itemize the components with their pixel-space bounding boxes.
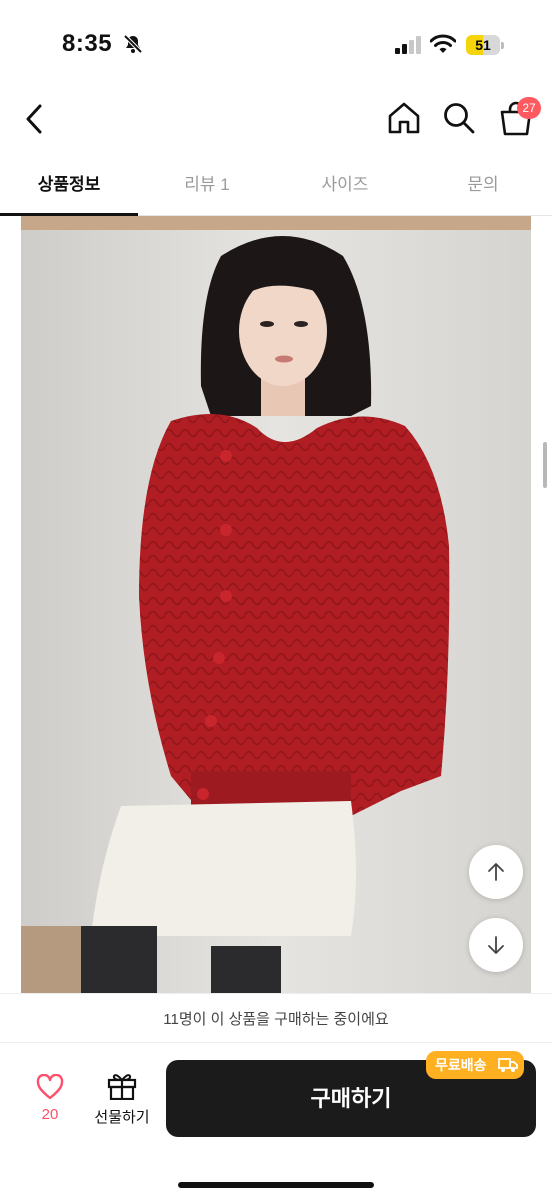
- scroll-down-button[interactable]: [469, 918, 523, 972]
- like-button[interactable]: 20: [24, 1070, 76, 1130]
- signal-icon: [395, 36, 421, 54]
- wifi-icon: [430, 34, 456, 53]
- tab-inquiry[interactable]: 문의: [414, 160, 552, 216]
- heart-icon: [36, 1074, 64, 1100]
- cart-badge: 27: [517, 97, 541, 119]
- product-image: [21, 216, 531, 993]
- tab-reviews[interactable]: 리뷰 1: [138, 160, 276, 216]
- purchase-notice: 11명이 이 상품을 구매하는 중이에요: [0, 993, 552, 1043]
- tab-product-info[interactable]: 상품정보: [0, 160, 138, 216]
- scrollbar[interactable]: [543, 442, 547, 488]
- home-icon[interactable]: [386, 100, 422, 136]
- home-indicator[interactable]: [178, 1182, 374, 1188]
- gift-button[interactable]: 선물하기: [88, 1070, 156, 1130]
- battery-indicator: 51: [466, 35, 504, 55]
- status-time: 8:35: [62, 30, 113, 57]
- gift-label: 선물하기: [94, 1109, 150, 1126]
- search-icon[interactable]: [441, 100, 477, 136]
- notice-text: 11명이 이 상품을 구매하는 중이에요: [163, 1011, 389, 1028]
- scroll-up-button[interactable]: [469, 845, 523, 899]
- shipping-label: 무료배송: [435, 1057, 487, 1073]
- arrow-up-icon: [488, 863, 504, 881]
- arrow-down-icon: [488, 936, 504, 954]
- tab-bar: 상품정보 리뷰 1 사이즈 문의: [0, 160, 552, 216]
- like-count: 20: [41, 1106, 59, 1123]
- truck-icon: [498, 1058, 518, 1072]
- bell-slash-icon: [123, 34, 143, 54]
- tab-size[interactable]: 사이즈: [276, 160, 414, 216]
- free-shipping-badge: 무료배송: [426, 1051, 524, 1079]
- status-bar: 8:35 51: [0, 0, 552, 90]
- battery-level: 51: [475, 37, 491, 53]
- gift-icon: [107, 1074, 137, 1100]
- back-icon[interactable]: [18, 98, 52, 140]
